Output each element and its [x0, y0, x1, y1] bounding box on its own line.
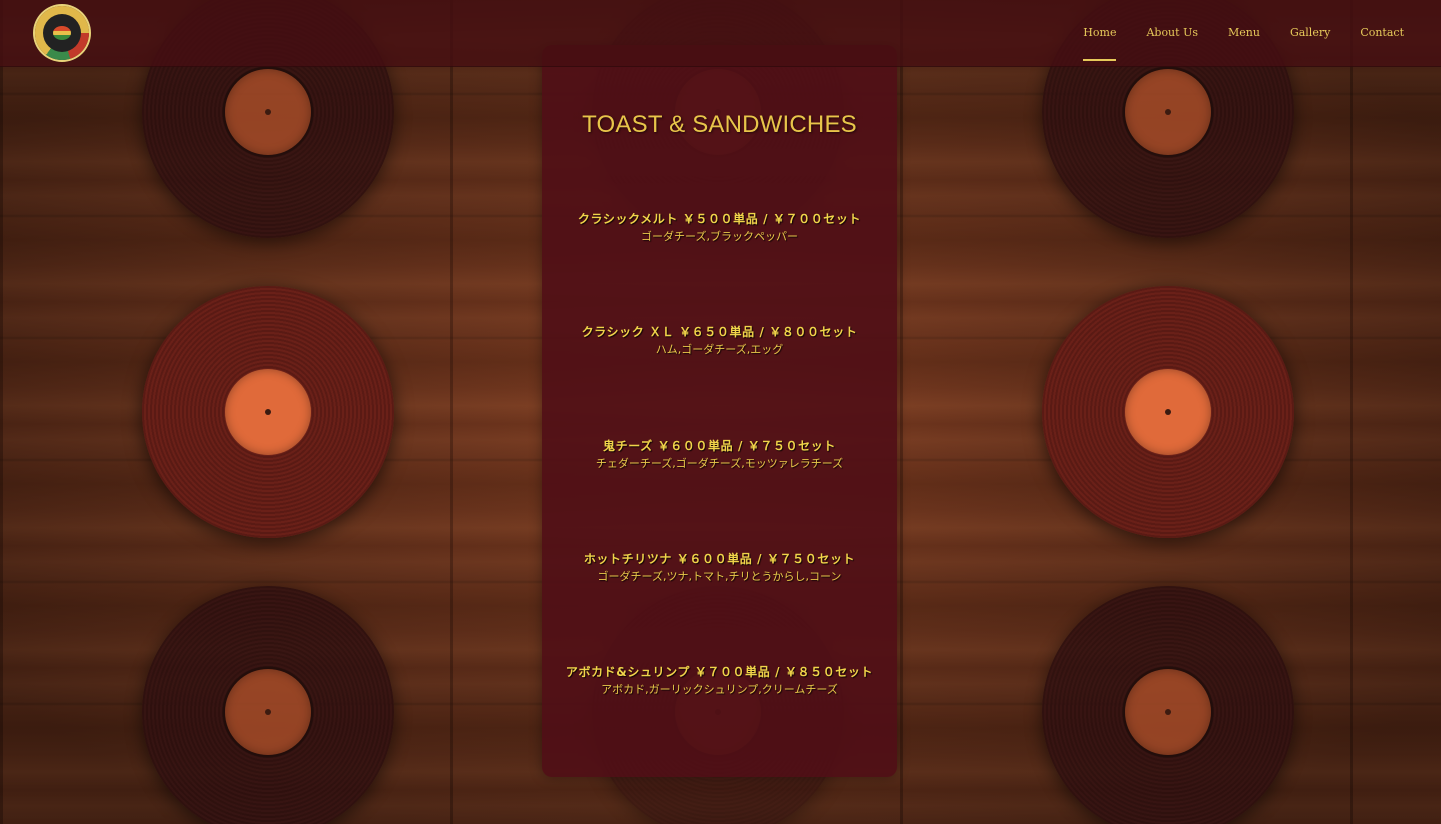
menu-item-name: クラシックメルト ￥５００単品 / ￥７００セット	[577, 212, 862, 226]
menu-item: ホットチリツナ ￥６００単品 / ￥７５０セット ゴーダチーズ,ツナ,トマト,チ…	[542, 550, 897, 586]
menu-item: アボカド&シュリンプ ￥７００単品 / ￥８５０セット アボカド,ガーリックシュ…	[542, 663, 897, 699]
menu-item: クラシックメルト ￥５００単品 / ￥７００セット ゴーダチーズ,ブラックペッパ…	[542, 210, 897, 246]
menu-panel: TOAST & SANDWICHES クラシックメルト ￥５００単品 / ￥７０…	[542, 45, 897, 777]
site-header: Home About Us Menu Gallery Contact	[0, 0, 1441, 67]
nav-item-contact[interactable]: Contact	[1360, 0, 1404, 66]
menu-item-name: ホットチリツナ ￥６００単品 / ￥７５０セット	[583, 552, 856, 566]
main-nav: Home About Us Menu Gallery Contact	[1083, 0, 1404, 66]
nav-item-about-us[interactable]: About Us	[1146, 0, 1198, 66]
menu-item-name: クラシック ＸＬ ￥６５０単品 / ￥８００セット	[581, 325, 858, 339]
menu-item: クラシック ＸＬ ￥６５０単品 / ￥８００セット ハム,ゴーダチーズ,エッグ	[542, 323, 897, 359]
menu-item-description: アボカド,ガーリックシュリンプ,クリームチーズ	[601, 683, 838, 696]
menu-item-name: アボカド&シュリンプ ￥７００単品 / ￥８５０セット	[565, 665, 874, 679]
menu-item-description: ゴーダチーズ,ブラックペッパー	[641, 230, 798, 243]
menu-item-description: ハム,ゴーダチーズ,エッグ	[655, 343, 784, 356]
vinyl-record-image	[1042, 286, 1294, 538]
menu-item-name: 鬼チーズ ￥６００単品 / ￥７５０セット	[603, 439, 836, 453]
vinyl-record-image	[1042, 586, 1294, 824]
menu-section-title: TOAST & SANDWICHES	[582, 111, 857, 138]
vinyl-record-image	[142, 586, 394, 824]
menu-item-description: チェダーチーズ,ゴーダチーズ,モッツァレラチーズ	[595, 457, 844, 470]
nav-item-menu[interactable]: Menu	[1228, 0, 1260, 66]
nav-item-gallery[interactable]: Gallery	[1290, 0, 1330, 66]
menu-item-description: ゴーダチーズ,ツナ,トマト,チリとうからし,コーン	[597, 570, 842, 583]
vinyl-record-image	[142, 286, 394, 538]
menu-item: 鬼チーズ ￥６００単品 / ￥７５０セット チェダーチーズ,ゴーダチーズ,モッツ…	[542, 437, 897, 473]
nav-item-home[interactable]: Home	[1083, 0, 1117, 66]
record-logo-icon[interactable]	[35, 6, 89, 60]
